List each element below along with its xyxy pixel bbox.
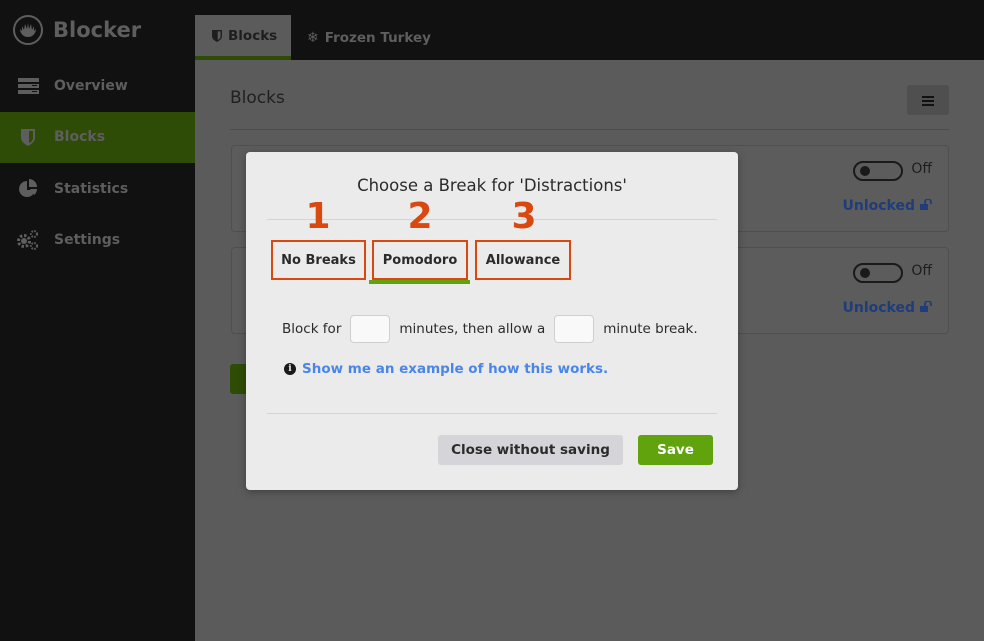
lock-status-label: Unlocked [842, 300, 915, 316]
tab-frozen-turkey[interactable]: ❄ Frozen Turkey [307, 15, 431, 60]
break-modal: Choose a Break for 'Distractions' 1 2 3 … [246, 152, 738, 490]
toggle-state-label: Off [911, 161, 932, 177]
sidebar-item-label: Settings [54, 232, 121, 249]
tab-label: Pomodoro [382, 252, 458, 268]
tab-allowance[interactable]: Allowance [475, 240, 571, 280]
toggle-state-label: Off [911, 263, 932, 279]
tab-label: No Breaks [281, 252, 356, 268]
tab-label: Frozen Turkey [324, 29, 431, 46]
unlock-icon [920, 300, 932, 316]
break-minutes-input[interactable] [554, 315, 595, 343]
unlock-icon [920, 198, 932, 214]
tab-label: Blocks [228, 27, 278, 44]
lock-status-label: Unlocked [842, 198, 915, 214]
shield-icon [212, 29, 222, 42]
page-title: Blocks [230, 88, 285, 108]
annotation-number: 2 [407, 196, 433, 237]
sidebar-item-statistics[interactable]: Statistics [0, 163, 195, 215]
modal-title: Choose a Break for 'Distractions' [357, 176, 627, 195]
snowflake-icon: ❄ [307, 29, 319, 46]
sidebar-item-overview[interactable]: Overview [0, 60, 195, 112]
sidebar: Blocker Overview Blocks Statistics Setti… [0, 0, 195, 641]
info-icon: i [284, 363, 296, 375]
app-name: Blocker [53, 18, 142, 42]
toggle-knob [860, 268, 870, 278]
sidebar-item-label: Blocks [54, 129, 106, 146]
sidebar-item-label: Statistics [54, 180, 129, 197]
tab-label: Allowance [485, 252, 561, 268]
form-prefix-text: Block for [282, 321, 342, 337]
shield-icon [17, 126, 39, 148]
top-tab-bar: Blocks ❄ Frozen Turkey [195, 0, 984, 60]
save-button[interactable]: Save [638, 435, 713, 465]
tab-pomodoro[interactable]: Pomodoro [372, 240, 468, 280]
block-minutes-input[interactable] [350, 315, 391, 343]
tab-blocks[interactable]: Blocks [195, 15, 291, 60]
annotation-number: 3 [511, 196, 537, 237]
turkey-logo-icon [13, 15, 43, 45]
active-tab-indicator [369, 280, 470, 284]
toggle-knob [860, 166, 870, 176]
divider [230, 129, 949, 130]
form-middle-text: minutes, then allow a [399, 321, 546, 337]
menu-button[interactable] [907, 85, 949, 115]
sidebar-item-blocks[interactable]: Blocks [0, 111, 195, 163]
tab-no-breaks[interactable]: No Breaks [271, 240, 366, 280]
pie-chart-icon [17, 178, 39, 200]
form-suffix-text: minute break. [603, 321, 698, 337]
lock-status-link[interactable]: Unlocked [842, 198, 932, 214]
annotation-number: 1 [305, 196, 331, 237]
block-toggle[interactable] [853, 161, 903, 181]
example-link[interactable]: i Show me an example of how this works. [284, 361, 608, 377]
block-toggle[interactable] [853, 263, 903, 283]
lock-status-link[interactable]: Unlocked [842, 300, 932, 316]
server-icon [17, 75, 39, 97]
close-without-saving-button[interactable]: Close without saving [438, 435, 623, 465]
pomodoro-form: Block for minutes, then allow a minute b… [282, 315, 698, 343]
hamburger-icon [922, 91, 934, 110]
divider [267, 413, 717, 414]
sidebar-item-label: Overview [54, 77, 128, 94]
sidebar-item-settings[interactable]: Settings [0, 215, 195, 267]
brand: Blocker [13, 14, 141, 46]
gears-icon [17, 229, 39, 251]
sidebar-nav: Overview Blocks Statistics Settings [0, 60, 195, 266]
example-link-label: Show me an example of how this works. [302, 361, 609, 377]
